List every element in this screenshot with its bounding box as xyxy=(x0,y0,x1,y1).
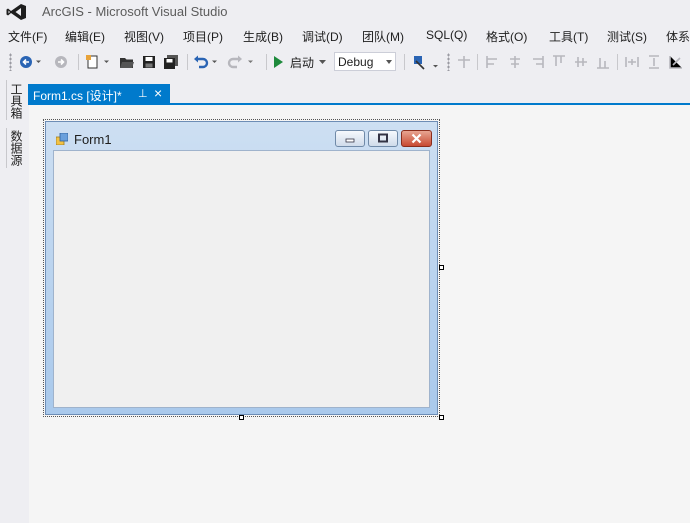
resize-handle-right[interactable] xyxy=(439,265,444,270)
undo-icon xyxy=(194,55,217,69)
save-icon xyxy=(143,56,155,68)
menu-team[interactable]: 团队(M) xyxy=(362,28,404,45)
align-lefts-button[interactable] xyxy=(484,52,502,72)
align-right-icon xyxy=(533,56,544,68)
toolbar-separator xyxy=(266,54,267,70)
form-icon xyxy=(56,133,68,145)
form-minimize-button[interactable] xyxy=(335,130,365,147)
save-all-icon xyxy=(164,55,178,69)
chevron-down-icon xyxy=(386,60,392,64)
align-rights-button[interactable] xyxy=(528,52,546,72)
side-tab-toolbox[interactable]: 工具箱 xyxy=(8,83,25,119)
solution-configuration-dropdown[interactable]: Debug xyxy=(334,52,396,71)
pointer-tool-button[interactable] xyxy=(410,52,444,72)
back-button[interactable] xyxy=(18,52,46,72)
maximize-icon xyxy=(378,133,388,143)
toolbar-grip[interactable] xyxy=(447,53,450,71)
menu-architecture[interactable]: 体系 xyxy=(666,28,690,45)
snap-icon xyxy=(458,56,470,68)
title-bar: ArcGIS - Microsoft Visual Studio xyxy=(0,0,690,24)
visual-studio-logo-icon xyxy=(6,4,26,20)
make-same-width-button[interactable] xyxy=(623,52,641,72)
menu-bar: 文件(F) 编辑(E) 视图(V) 项目(P) 生成(B) 调试(D) 团队(M… xyxy=(0,25,690,47)
resize-handle-bottom[interactable] xyxy=(239,415,244,420)
redo-button[interactable] xyxy=(226,52,256,72)
undo-button[interactable] xyxy=(192,52,222,72)
window-title: ArcGIS - Microsoft Visual Studio xyxy=(42,4,228,19)
document-tab-strip: Form1.cs [设计]* ⊥ × xyxy=(28,84,690,104)
align-top-icon xyxy=(553,55,565,66)
toolbar-grip[interactable] xyxy=(9,53,12,71)
align-bottom-icon xyxy=(597,58,609,69)
side-tab-indicator xyxy=(6,128,7,168)
menu-project[interactable]: 项目(P) xyxy=(183,28,223,45)
configuration-value: Debug xyxy=(338,55,374,69)
toolbar-separator xyxy=(78,54,79,70)
side-tab-indicator xyxy=(6,80,7,120)
side-tool-strip: 工具箱 数据源 xyxy=(0,78,28,523)
open-file-button[interactable] xyxy=(118,52,136,72)
forward-arrow-icon xyxy=(55,56,67,68)
align-middles-button[interactable] xyxy=(572,52,590,72)
form-title: Form1 xyxy=(74,132,112,147)
menu-sql[interactable]: SQL(Q) xyxy=(426,28,467,42)
close-icon xyxy=(411,133,422,144)
redo-icon xyxy=(227,55,253,69)
grid-snap-button[interactable] xyxy=(455,52,473,72)
form-client-area[interactable] xyxy=(53,150,430,408)
new-project-icon xyxy=(86,55,109,69)
align-middle-icon xyxy=(575,57,587,67)
menu-test[interactable]: 测试(S) xyxy=(607,28,647,45)
pin-icon[interactable]: ⊥ xyxy=(138,87,148,100)
make-same-height-button[interactable] xyxy=(645,52,663,72)
toolbar-separator xyxy=(404,54,405,70)
back-arrow-icon xyxy=(20,56,41,68)
side-tab-data-sources[interactable]: 数据源 xyxy=(8,130,25,166)
tab-label: Form1.cs [设计]* xyxy=(33,89,122,103)
align-centers-button[interactable] xyxy=(506,52,524,72)
same-height-icon xyxy=(649,55,659,69)
minimize-icon xyxy=(345,138,355,143)
close-icon[interactable]: × xyxy=(154,85,162,101)
same-size-icon xyxy=(669,56,682,69)
menu-format[interactable]: 格式(O) xyxy=(486,28,527,45)
align-tops-button[interactable] xyxy=(550,52,568,72)
align-center-icon xyxy=(510,56,520,68)
chevron-down-icon xyxy=(319,59,327,64)
attach-process-icon xyxy=(414,56,438,70)
play-icon xyxy=(274,56,283,68)
toolbar-separator xyxy=(187,54,188,70)
form-preview[interactable]: Form1 xyxy=(45,121,438,415)
menu-build[interactable]: 生成(B) xyxy=(243,28,283,45)
same-width-icon xyxy=(625,57,639,67)
save-button[interactable] xyxy=(140,52,158,72)
align-bottoms-button[interactable] xyxy=(594,52,612,72)
menu-edit[interactable]: 编辑(E) xyxy=(65,28,105,45)
menu-file[interactable]: 文件(F) xyxy=(8,28,47,45)
open-folder-icon xyxy=(120,58,134,68)
menu-view[interactable]: 视图(V) xyxy=(124,28,164,45)
start-label: 启动 xyxy=(290,55,315,70)
menu-debug[interactable]: 调试(D) xyxy=(302,28,343,45)
new-project-button[interactable] xyxy=(84,52,114,72)
toolbar-separator xyxy=(617,54,618,70)
align-left-icon xyxy=(486,56,497,68)
forward-button[interactable] xyxy=(53,52,69,72)
make-same-size-button[interactable] xyxy=(667,52,685,72)
toolbar-separator xyxy=(477,54,478,70)
resize-handle-bottom-right[interactable] xyxy=(439,415,444,420)
form-maximize-button[interactable] xyxy=(368,130,398,147)
form-close-button[interactable] xyxy=(401,130,432,147)
menu-tools[interactable]: 工具(T) xyxy=(549,28,588,45)
tab-form1-design[interactable]: Form1.cs [设计]* ⊥ × xyxy=(28,84,170,103)
start-debugging-button[interactable]: 启动 xyxy=(272,52,330,72)
save-all-button[interactable] xyxy=(161,52,181,72)
